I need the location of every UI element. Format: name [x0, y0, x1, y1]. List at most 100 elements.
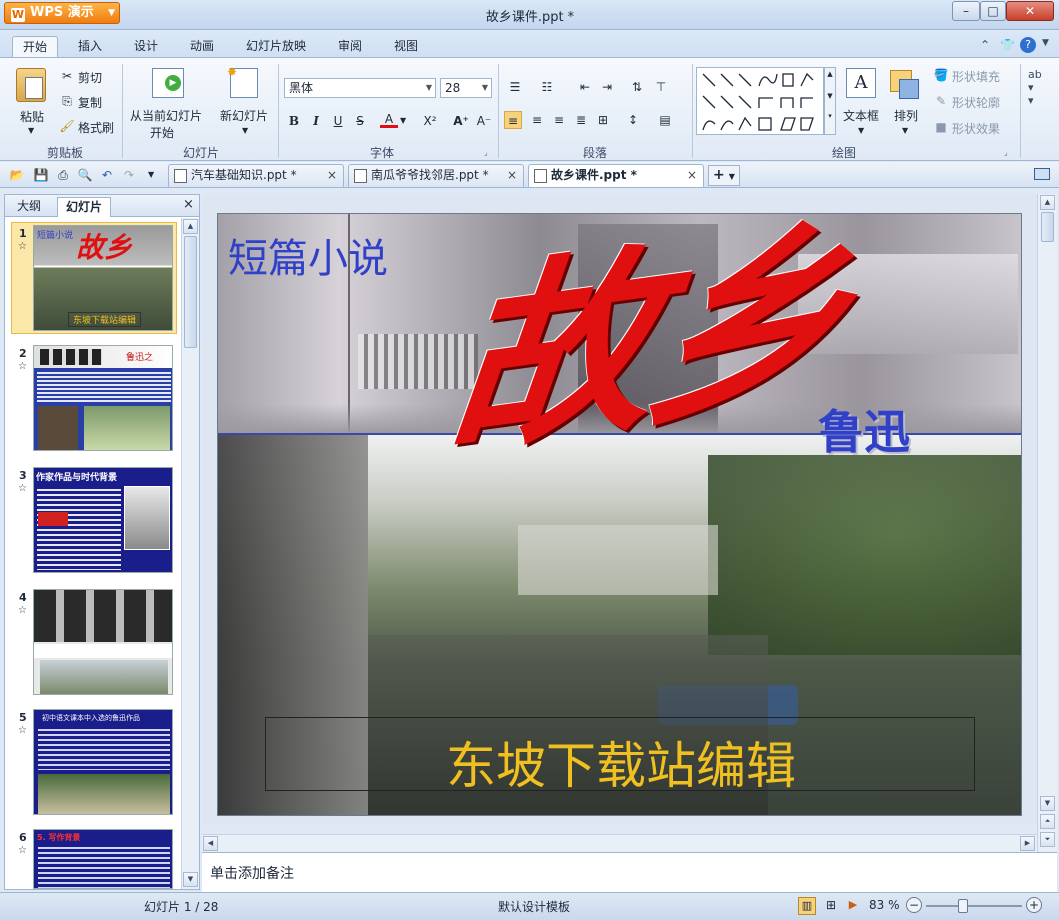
arrange-icon[interactable] [890, 70, 919, 99]
open-icon[interactable]: 📂 [8, 166, 26, 184]
grow-font-button[interactable]: A⁺ [450, 112, 472, 130]
slide-thumbnail-3[interactable]: 作家作品与时代背景 [33, 467, 173, 573]
paste-icon[interactable] [16, 68, 46, 102]
customize-toolbar-icon[interactable]: ▼ [148, 170, 154, 179]
align-center-icon[interactable]: ≡ [528, 111, 546, 129]
align-text-icon[interactable]: ⊤ [652, 78, 670, 96]
textbox-button[interactable]: 文本框 [843, 107, 879, 124]
close-icon[interactable]: × [183, 197, 194, 212]
shrink-font-button[interactable]: A⁻ [474, 112, 494, 130]
textbox-icon[interactable]: A [846, 68, 876, 98]
slides-panel-scrollbar[interactable]: ▲ ▼ [181, 218, 199, 889]
slide-thumbnail-1[interactable]: 短篇小说 故乡 东坡下载站编辑 [33, 225, 173, 331]
slide-thumbnail-4[interactable] [33, 589, 173, 695]
normal-view-icon[interactable]: ▥ [798, 897, 816, 915]
chevron-down-icon[interactable]: ▼ [242, 126, 248, 135]
slideshow-icon[interactable]: ▶ [844, 897, 862, 915]
justify-icon[interactable]: ≣ [572, 111, 590, 129]
tab-design[interactable]: 设计 [124, 36, 168, 58]
print-preview-icon[interactable]: 🔍 [76, 166, 94, 184]
close-icon[interactable]: × [687, 165, 697, 186]
notes-placeholder[interactable]: 单击添加备注 [210, 863, 294, 883]
previous-slide-icon[interactable]: ⏶ [1040, 814, 1055, 829]
italic-button[interactable]: I [307, 112, 325, 130]
more-ribbon-icon[interactable]: ab ▾ ▾ [1028, 68, 1042, 107]
undo-icon[interactable]: ↶ [98, 166, 116, 184]
scroll-up-icon[interactable]: ▲ [1040, 195, 1055, 210]
shape-outline-button[interactable]: 形状轮廓 [952, 94, 1000, 111]
tab-home[interactable]: 开始 [12, 36, 59, 58]
help-icon[interactable]: ? [1020, 37, 1036, 53]
from-current-slide-button-line2[interactable]: 开始 [150, 124, 174, 141]
zoom-slider-thumb[interactable] [958, 899, 968, 913]
new-tab-button[interactable]: + ▼ [708, 165, 740, 186]
help-dropdown-icon[interactable]: ▼ [1042, 38, 1049, 48]
bullets-icon[interactable]: ☰ [506, 78, 524, 96]
minimize-button[interactable]: – [952, 1, 980, 21]
ribbon-collapse-icon[interactable]: ⌃ [980, 38, 990, 52]
slide-scrollbar[interactable]: ▲ ▼ ⏶ ⏷ [1037, 194, 1057, 852]
decrease-indent-icon[interactable]: ⇤ [576, 78, 594, 96]
shapes-gallery[interactable] [696, 67, 824, 135]
cut-button[interactable]: 剪切 [78, 69, 102, 86]
slide-subtitle[interactable]: 短篇小说 [228, 226, 388, 284]
arrange-button[interactable]: 排列 [894, 107, 918, 124]
zoom-slider[interactable] [926, 905, 1022, 907]
bold-button[interactable]: B [285, 112, 303, 130]
tab-insert[interactable]: 插入 [68, 36, 112, 58]
zoom-out-icon[interactable]: − [906, 897, 922, 913]
scroll-up-icon[interactable]: ▲ [183, 219, 198, 234]
shapes-gallery-scroll[interactable]: ▲ ▼ ▾ [824, 67, 836, 135]
chevron-down-icon[interactable]: ▼ [858, 126, 864, 135]
paste-button[interactable]: 粘贴 [20, 108, 44, 125]
format-painter-button[interactable]: 格式刷 [78, 119, 114, 136]
tab-view[interactable]: 视图 [384, 36, 428, 58]
font-name-combo[interactable]: 黑体 ▼ [284, 78, 436, 98]
numbering-icon[interactable]: ☷ [538, 78, 556, 96]
font-color-button[interactable]: A [380, 110, 398, 128]
slide-hscrollbar[interactable]: ◀ ▶ [202, 834, 1037, 852]
shape-effect-button[interactable]: 形状效果 [952, 120, 1000, 137]
slide-caption[interactable]: 东坡下载站编辑 [266, 726, 976, 798]
align-right-icon[interactable]: ≡ [550, 111, 568, 129]
tab-slideshow[interactable]: 幻灯片放映 [236, 36, 316, 58]
slide-thumbnail-2[interactable]: 鲁迅之 [33, 345, 173, 451]
tab-review[interactable]: 审阅 [328, 36, 372, 58]
chevron-down-icon[interactable]: ▼ [400, 116, 406, 125]
close-button[interactable]: ✕ [1006, 1, 1054, 21]
new-slide-icon[interactable]: ✸ [227, 65, 258, 98]
slide-author[interactable]: 鲁迅 [818, 396, 910, 462]
increase-indent-icon[interactable]: ⇥ [598, 78, 616, 96]
font-size-combo[interactable]: 28 ▼ [440, 78, 492, 98]
line-spacing-icon[interactable]: ↕ [624, 111, 642, 129]
copy-button[interactable]: 复制 [78, 94, 102, 111]
notes-pane[interactable]: 单击添加备注 [202, 852, 1057, 892]
chevron-down-icon[interactable]: ▼ [28, 126, 34, 135]
tab-outline[interactable]: 大纲 [9, 197, 49, 217]
doc-tab[interactable]: 汽车基础知识.ppt * × [168, 164, 344, 187]
doc-tab-active[interactable]: 故乡课件.ppt * × [528, 164, 704, 187]
slide-thumbnail-5[interactable]: 初中语文课本中入选的鲁迅作品 [33, 709, 173, 815]
slide-sorter-icon[interactable]: ⊞ [822, 897, 840, 915]
tab-animation[interactable]: 动画 [180, 36, 224, 58]
skin-icon[interactable]: 👕 [1000, 38, 1015, 52]
scroll-down-icon[interactable]: ▼ [183, 872, 198, 887]
slideshow-from-current-icon[interactable]: ▶ [152, 68, 184, 98]
doc-tab[interactable]: 南瓜爷爷找邻居.ppt * × [348, 164, 524, 187]
superscript-button[interactable]: X² [418, 112, 442, 130]
shape-fill-button[interactable]: 形状填充 [952, 68, 1000, 85]
columns-icon[interactable]: ▤ [656, 111, 674, 129]
close-icon[interactable]: × [327, 165, 337, 186]
scroll-thumb[interactable] [1041, 212, 1054, 242]
font-dialog-launcher-icon[interactable]: ⌟ [484, 148, 488, 157]
drawing-dialog-launcher-icon[interactable]: ⌟ [1004, 148, 1008, 157]
align-left-icon[interactable]: ≡ [504, 111, 522, 129]
restore-panes-icon[interactable] [1034, 168, 1050, 180]
zoom-in-icon[interactable]: + [1026, 897, 1042, 913]
chevron-down-icon[interactable]: ▼ [902, 126, 908, 135]
scroll-thumb[interactable] [184, 236, 197, 348]
slide-thumbnail-6[interactable]: 5. 写作背景 [33, 829, 173, 889]
scroll-down-icon[interactable]: ▼ [1040, 796, 1055, 811]
strikethrough-button[interactable]: S [351, 112, 369, 130]
redo-icon[interactable]: ↷ [120, 166, 138, 184]
